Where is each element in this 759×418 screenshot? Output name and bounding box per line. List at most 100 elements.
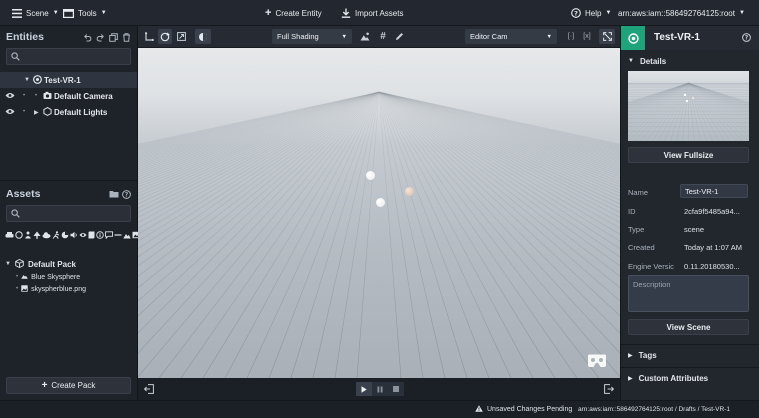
tags-section-title: Tags [638,351,657,360]
cloud-filter-icon[interactable] [42,231,51,241]
caret-down-icon: ▼ [100,10,107,16]
download-icon [341,8,351,18]
question-circle-icon: ? [571,8,581,18]
scene-object-light[interactable] [366,171,375,180]
circle-filter-icon[interactable] [15,231,23,241]
car-filter-icon[interactable] [5,231,14,241]
collapse-caret-icon[interactable]: ▼ [24,77,30,83]
view-fullsize-button[interactable]: View Fullsize [628,147,749,163]
create-pack-label: Create Pack [51,381,96,390]
redo-icon[interactable] [95,32,105,42]
frame-selection-icon[interactable]: [·] [564,29,578,44]
scene-icon [33,75,42,86]
chat-filter-icon[interactable] [105,231,113,241]
unsaved-label: Unsaved Changes Pending [487,406,573,413]
translate-gizmo-icon[interactable] [142,29,156,44]
package-icon [15,258,24,270]
fullscreen-icon[interactable] [599,29,615,44]
entities-search-input[interactable] [6,48,131,65]
create-pack-button[interactable]: + Create Pack [6,377,131,394]
pause-icon[interactable] [372,382,388,396]
collapse-caret-icon[interactable]: ▼ [5,261,11,267]
run-filter-icon[interactable] [52,231,60,241]
expand-caret-icon[interactable]: ▶ [34,109,39,116]
vr-headset-icon[interactable] [587,354,607,370]
undo-icon[interactable] [82,32,92,42]
asset-item-png[interactable]: • skyspherblue.png [16,283,86,295]
tree-item-label: Default Camera [54,91,113,101]
dash-filter-icon[interactable] [114,231,122,241]
play-icon[interactable] [356,382,372,396]
person-filter-icon[interactable] [24,231,32,241]
scene-object-camera[interactable] [405,187,414,196]
tags-section-header[interactable]: ▶ Tags [621,344,759,366]
scene-menu[interactable]: Scene ▼ [12,0,59,26]
asset-pack-default[interactable]: ▼ Default Pack [5,258,76,270]
scene-object-light[interactable] [376,198,385,207]
terrain-filter-icon[interactable] [123,231,131,241]
camera-icon [43,91,52,102]
search-icon [11,209,20,220]
folder-icon[interactable] [109,189,119,199]
help-menu-label: Help [585,8,602,18]
view-scene-button[interactable]: View Scene [628,319,749,335]
description-textarea[interactable]: Description [628,275,749,312]
custom-attributes-section-header[interactable]: ▶ Custom Attributes [621,367,759,389]
scale-gizmo-icon[interactable] [174,29,188,44]
duplicate-icon[interactable] [108,32,118,42]
viewport-bottom-bar [138,378,620,400]
tree-item-camera[interactable]: • • Default Camera [0,88,137,104]
collapse-right-icon[interactable] [603,383,614,394]
thumbnail-grid [628,82,749,141]
breadcrumb[interactable]: arn:aws:iam::586492764125:root / Drafts … [578,406,730,413]
eye-filter-icon[interactable] [79,231,87,241]
warning-icon [475,405,483,414]
shading-dropdown-label: Full Shading [277,32,319,41]
tools-menu[interactable]: Tools ▼ [63,0,107,26]
account-menu[interactable]: arn:aws:iam::586492764125:root ▼ [618,0,745,26]
rotate-gizmo-icon[interactable] [158,29,172,44]
create-entity-button[interactable]: + Create Entity [265,0,322,26]
search-icon [11,52,20,63]
tree-item-scene[interactable]: ▼ Test-VR-1 [0,72,137,88]
help-menu[interactable]: ? Help ▼ [571,0,611,26]
left-panel: Entities ▼ Test-VR-1 • • Default Camera [0,26,149,418]
field-label: Type [628,225,645,234]
collapse-left-icon[interactable] [143,383,154,394]
details-section-header[interactable]: ▼ Details [621,50,759,72]
caret-down-icon: ▼ [546,33,552,40]
svg-text:?: ? [124,192,127,198]
caret-right-icon: ▶ [628,353,633,359]
import-assets-button[interactable]: Import Assets [341,0,403,26]
asset-item-skysphere[interactable]: • Blue Skysphere [16,271,80,283]
scene-badge-icon [621,26,645,50]
pencil-icon[interactable] [392,29,406,44]
lighting-icon[interactable] [358,29,372,44]
field-label: ID [628,207,636,216]
globe-icon[interactable] [195,29,211,44]
name-input[interactable]: Test-VR-1 [680,184,748,198]
speaker-filter-icon[interactable] [70,231,78,241]
help-icon[interactable]: ? [121,189,131,199]
pie-filter-icon[interactable] [61,231,69,241]
svg-text:?: ? [574,9,578,17]
asset-pack-label: Default Pack [27,259,76,269]
panel-title: Test-VR-1 [654,32,700,43]
eye-icon[interactable] [5,92,15,101]
tree-filter-icon[interactable] [33,231,41,241]
stop-icon[interactable] [388,382,404,396]
frame-all-icon[interactable]: [x] [580,29,594,44]
eye-icon[interactable] [5,108,15,117]
shading-dropdown[interactable]: Full Shading ▼ [272,29,352,44]
script-filter-icon[interactable] [88,231,95,241]
scene-viewport[interactable] [138,48,620,378]
camera-dropdown[interactable]: Editor Cam ▼ [465,29,557,44]
caret-down-icon: ▼ [738,10,745,16]
help-icon[interactable]: ? [742,33,751,44]
assets-search-input[interactable] [6,205,131,222]
description-placeholder: Description [633,280,671,289]
grid-toggle-icon[interactable]: # [376,29,390,44]
tree-item-lights[interactable]: • ▶ Default Lights [0,104,137,120]
info-filter-icon[interactable] [96,231,104,241]
trash-icon[interactable] [121,32,131,42]
